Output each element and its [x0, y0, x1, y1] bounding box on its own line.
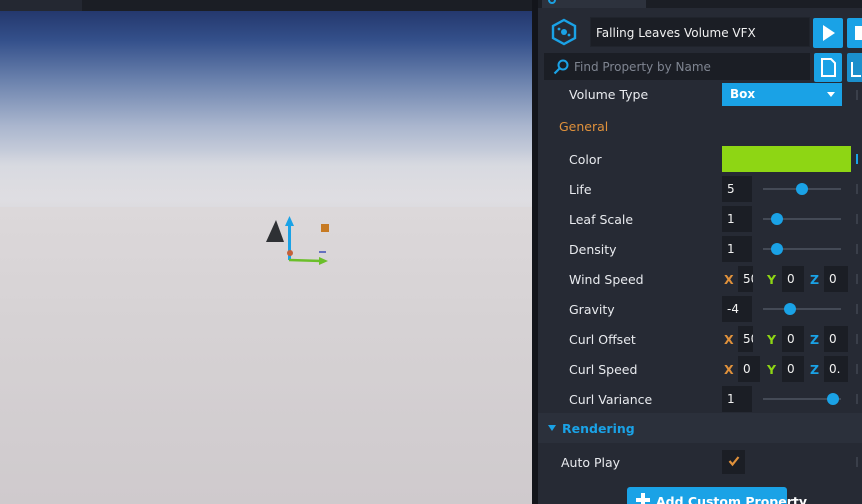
- curl-offset-y-input[interactable]: 0: [782, 326, 804, 352]
- properties-tab[interactable]: [542, 0, 646, 8]
- leaf-scale-input[interactable]: 1: [722, 206, 752, 232]
- curl-offset-x-label: X: [724, 332, 734, 347]
- checkmark-icon: [728, 456, 740, 467]
- life-slider-knob[interactable]: [796, 183, 808, 195]
- rendering-section-header[interactable]: Rendering: [538, 413, 862, 443]
- gravity-slider-track[interactable]: [763, 308, 841, 310]
- life-label: Life: [569, 182, 592, 197]
- stop-icon: [855, 26, 862, 40]
- reset-icon[interactable]: [856, 214, 862, 224]
- gizmo-x-axis[interactable]: [288, 258, 323, 263]
- plus-icon: [636, 493, 650, 504]
- panel-tab-strip: [538, 0, 862, 8]
- gravity-label: Gravity: [569, 302, 615, 317]
- play-icon: [823, 25, 835, 41]
- properties-tab-icon: [548, 0, 556, 4]
- properties-panel: Falling Leaves Volume VFX Volume Type Bo…: [538, 0, 862, 504]
- chevron-down-icon: [548, 425, 556, 431]
- transform-gizmo[interactable]: [262, 214, 342, 274]
- general-section-title: General: [559, 119, 609, 134]
- curl-speed-y-input[interactable]: 0: [782, 356, 804, 382]
- leaf-scale-slider-knob[interactable]: [771, 213, 784, 225]
- curl-offset-z-label: Z: [810, 332, 820, 347]
- curl-variance-slider-knob[interactable]: [827, 393, 840, 405]
- gravity-slider-knob[interactable]: [783, 303, 796, 315]
- color-swatch[interactable]: [722, 146, 851, 172]
- viewport-tab[interactable]: [0, 0, 82, 11]
- color-label: Color: [569, 152, 602, 167]
- density-slider-knob[interactable]: [771, 243, 784, 255]
- volume-type-value: Box: [730, 87, 756, 101]
- wind-speed-y-input[interactable]: 0: [782, 266, 804, 292]
- curl-speed-label: Curl Speed: [569, 362, 638, 377]
- wind-speed-label: Wind Speed: [569, 272, 644, 287]
- curl-offset-y-label: Y: [767, 332, 777, 347]
- curl-speed-y-label: Y: [767, 362, 777, 377]
- curl-offset-x-input[interactable]: 50: [738, 326, 753, 352]
- document-button[interactable]: [814, 53, 842, 82]
- search-icon: [553, 59, 569, 75]
- chevron-down-icon: [827, 92, 835, 97]
- copy-icon: [851, 62, 861, 77]
- property-search[interactable]: [544, 53, 810, 80]
- curl-speed-x-input[interactable]: 0: [738, 356, 760, 382]
- wind-speed-x-input[interactable]: 50: [738, 266, 753, 292]
- add-custom-property-button[interactable]: Add Custom Property: [627, 487, 807, 504]
- auto-play-label: Auto Play: [561, 455, 621, 470]
- life-input[interactable]: 5: [722, 176, 752, 202]
- volume-handle[interactable]: [321, 224, 329, 232]
- player-start-marker[interactable]: [266, 220, 284, 242]
- leaf-scale-label: Leaf Scale: [569, 212, 634, 227]
- reset-icon[interactable]: [856, 394, 862, 404]
- volume-type-label: Volume Type: [569, 87, 649, 102]
- gizmo-up-arrow[interactable]: [285, 216, 294, 226]
- add-custom-property-label: Add Custom Property: [656, 494, 808, 504]
- reset-icon[interactable]: [856, 457, 862, 467]
- reset-icon[interactable]: [856, 274, 862, 284]
- wind-speed-y-label: Y: [767, 272, 777, 287]
- curl-speed-z-input[interactable]: 0.: [824, 356, 848, 382]
- document-icon: [821, 58, 836, 77]
- density-input[interactable]: 1: [722, 236, 752, 262]
- rendering-section-title: Rendering: [562, 421, 635, 436]
- copy-button[interactable]: [847, 53, 862, 82]
- reset-icon[interactable]: [856, 304, 862, 314]
- reset-icon[interactable]: [856, 334, 862, 344]
- reset-icon[interactable]: [856, 244, 862, 254]
- gizmo-origin: [287, 250, 293, 256]
- vfx-object-icon: [551, 18, 577, 46]
- object-name-field[interactable]: Falling Leaves Volume VFX: [590, 17, 810, 47]
- wind-speed-x-label: X: [724, 272, 734, 287]
- reset-icon[interactable]: [856, 364, 862, 374]
- wind-speed-z-input[interactable]: 0: [824, 266, 848, 292]
- density-label: Density: [569, 242, 617, 257]
- play-button[interactable]: [813, 18, 843, 48]
- curl-speed-z-label: Z: [810, 362, 820, 377]
- gravity-input[interactable]: -4: [722, 296, 752, 322]
- reset-icon[interactable]: [856, 154, 862, 164]
- curl-speed-x-label: X: [724, 362, 734, 377]
- volume-handle-small[interactable]: [319, 251, 326, 253]
- search-input[interactable]: [574, 53, 804, 80]
- gizmo-x-arrow[interactable]: [319, 257, 328, 265]
- curl-offset-z-input[interactable]: 0: [824, 326, 848, 352]
- volume-type-dropdown[interactable]: Box: [722, 83, 842, 106]
- reset-icon[interactable]: [856, 184, 862, 194]
- auto-play-checkbox[interactable]: [722, 450, 745, 474]
- curl-variance-label: Curl Variance: [569, 392, 653, 407]
- stop-button[interactable]: [847, 18, 862, 48]
- curl-variance-input[interactable]: 1: [722, 386, 752, 412]
- viewport-tab-strip: [0, 0, 532, 11]
- wind-speed-z-label: Z: [810, 272, 820, 287]
- reset-icon[interactable]: [856, 90, 862, 100]
- curl-offset-label: Curl Offset: [569, 332, 636, 347]
- viewport[interactable]: [0, 0, 532, 504]
